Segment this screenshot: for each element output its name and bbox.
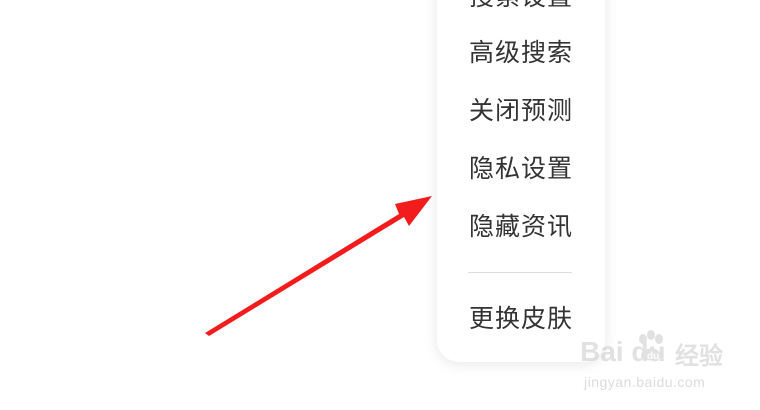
baidu-jingyan-watermark: Bai du du 经验 jingyan.baidu.com xyxy=(580,326,730,396)
screenshot-stage: 搜索设置 高级搜索 关闭预测 隐私设置 隐藏资讯 更换皮肤 Bai du du … xyxy=(0,0,760,410)
watermark-cn-text: 经验 xyxy=(675,342,723,370)
watermark-url: jingyan.baidu.com xyxy=(584,374,706,390)
paw-icon: du xyxy=(639,330,663,362)
svg-text:du: du xyxy=(647,351,659,362)
